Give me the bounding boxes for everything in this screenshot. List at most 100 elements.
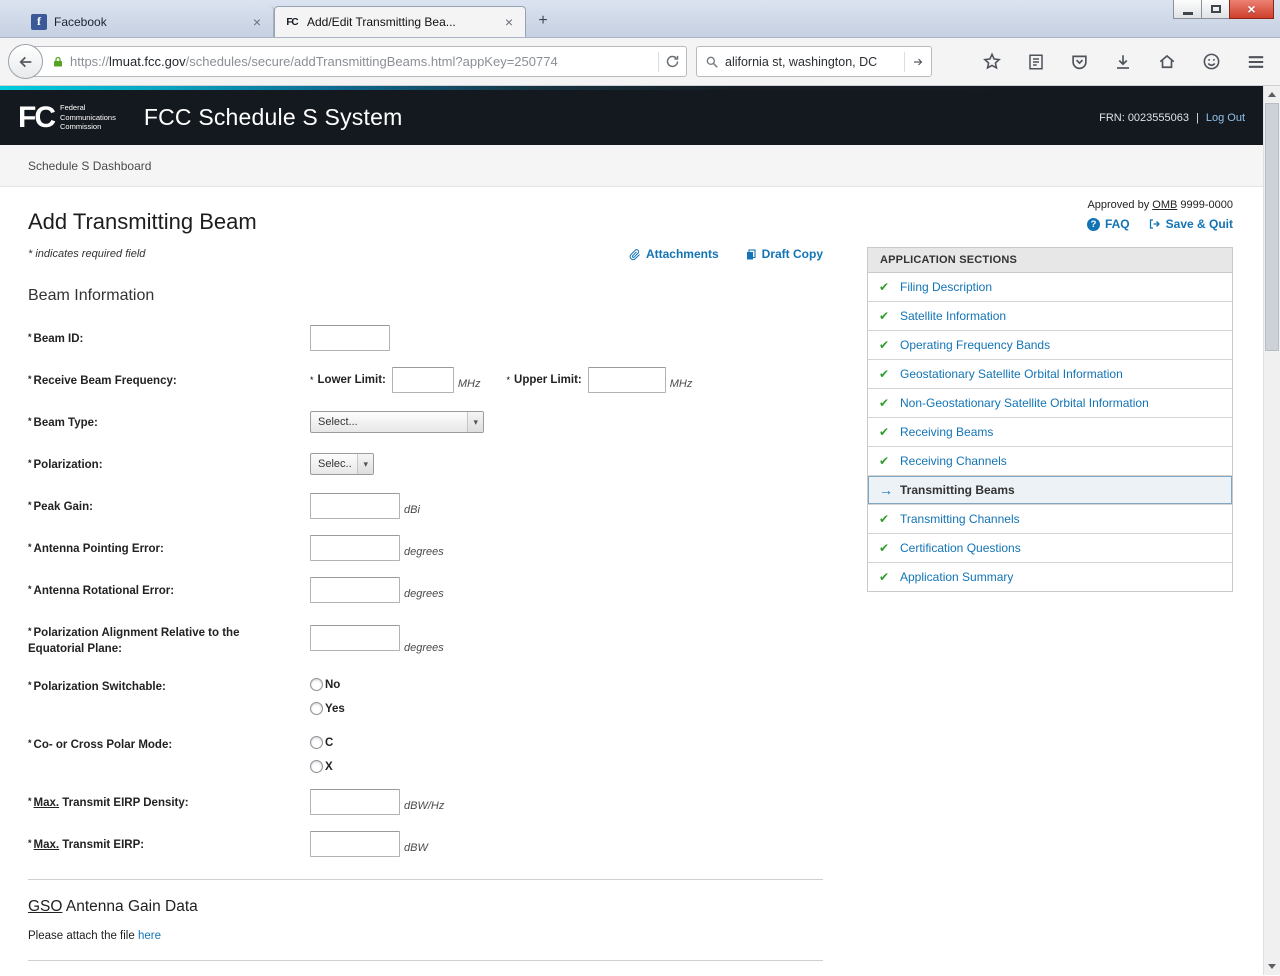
back-button[interactable]: [8, 44, 43, 79]
polarization-select[interactable]: Selec...▾: [310, 453, 374, 475]
sidebar-item-certification-questions[interactable]: ✔Certification Questions: [868, 534, 1232, 563]
sidebar-item-application-summary[interactable]: ✔Application Summary: [868, 563, 1232, 591]
radio-option-c[interactable]: C: [310, 736, 333, 749]
sidebar-item-satellite-information[interactable]: ✔Satellite Information: [868, 302, 1232, 331]
field-label: *Max. Transmit EIRP Density:: [28, 789, 310, 815]
vertical-scrollbar[interactable]: [1263, 86, 1280, 975]
receive-beam-frequency-upper-limit-input[interactable]: [588, 367, 666, 393]
sidebar-item-geostationary-satellite-orbital-information[interactable]: ✔Geostationary Satellite Orbital Informa…: [868, 360, 1232, 389]
divider: [658, 52, 659, 72]
tab-close-icon[interactable]: ×: [250, 15, 264, 29]
tab-add-edit-transmitting-bea[interactable]: FCAdd/Edit Transmitting Bea...×: [274, 6, 526, 37]
breadcrumb[interactable]: Schedule S Dashboard: [28, 159, 151, 173]
exit-icon: [1148, 218, 1161, 230]
new-tab-button[interactable]: +: [529, 9, 557, 33]
form-row-polarization: *Polarization:Selec...▾: [28, 451, 823, 477]
url-bar[interactable]: https://lmuat.fcc.gov/schedules/secure/a…: [25, 46, 687, 77]
pocket-icon[interactable]: [1070, 53, 1089, 71]
scroll-down-button[interactable]: [1264, 958, 1280, 975]
required-asterisk: *: [28, 838, 32, 848]
close-button[interactable]: ×: [1229, 0, 1274, 19]
search-input[interactable]: alifornia st, washington, DC: [725, 55, 898, 69]
sidebar-item-label[interactable]: Satellite Information: [900, 309, 1006, 323]
logout-link[interactable]: Log Out: [1206, 112, 1245, 124]
sidebar-item-label[interactable]: Receiving Beams: [900, 425, 993, 439]
maximize-button[interactable]: [1201, 0, 1230, 19]
reload-button[interactable]: [665, 54, 680, 69]
hello-smiley-icon[interactable]: [1202, 52, 1221, 71]
sidebar-item-label[interactable]: Geostationary Satellite Orbital Informat…: [900, 367, 1123, 381]
draft-copy-link[interactable]: Draft Copy: [745, 247, 823, 261]
sidebar-item-label[interactable]: Non-Geostationary Satellite Orbital Info…: [900, 396, 1149, 410]
unit-suffix: degrees: [404, 588, 444, 600]
max-transmit-eirp-input[interactable]: [310, 831, 400, 857]
sidebar-item-label[interactable]: Operating Frequency Bands: [900, 338, 1050, 352]
sidebar-item-label[interactable]: Receiving Channels: [900, 454, 1007, 468]
field-control: Selec...▾: [310, 451, 374, 477]
sidebar-item-label[interactable]: Transmitting Channels: [900, 512, 1020, 526]
attachments-link[interactable]: Attachments: [629, 247, 719, 261]
receive-beam-frequency-lower-limit-input[interactable]: [392, 367, 454, 393]
tab-close-icon[interactable]: ×: [502, 15, 516, 29]
field-label-text: Polarization Alignment Relative to the E…: [28, 627, 239, 655]
scrollbar-thumb[interactable]: [1265, 103, 1279, 351]
search-go-button[interactable]: [911, 56, 925, 68]
field-control: dBW: [310, 831, 428, 857]
sidebar-item-transmitting-beams[interactable]: →Transmitting Beams: [868, 476, 1232, 505]
radio-button[interactable]: [310, 736, 323, 749]
tab-facebook[interactable]: fFacebook×: [22, 6, 274, 37]
radio-button[interactable]: [310, 760, 323, 773]
field-label: *Polarization:: [28, 451, 310, 477]
sidebar-item-label[interactable]: Filing Description: [900, 280, 992, 294]
unit-suffix: degrees: [404, 546, 444, 558]
polarization-alignment-relative-to-the-equatorial-plane-input[interactable]: [310, 625, 400, 651]
sidebar-item-filing-description[interactable]: ✔Filing Description: [868, 273, 1232, 302]
beam-id-input[interactable]: [310, 325, 390, 351]
minimize-button[interactable]: [1173, 0, 1202, 19]
sidebar-item-receiving-beams[interactable]: ✔Receiving Beams: [868, 418, 1232, 447]
close-icon: ×: [1247, 2, 1255, 16]
antenna-pointing-error-input[interactable]: [310, 535, 400, 561]
radio-button[interactable]: [310, 702, 323, 715]
search-bar[interactable]: alifornia st, washington, DC: [696, 46, 932, 77]
sidebar-item-transmitting-channels[interactable]: ✔Transmitting Channels: [868, 505, 1232, 534]
required-asterisk: *: [28, 500, 32, 510]
field-label: *Antenna Rotational Error:: [28, 577, 310, 603]
sidebar-item-label[interactable]: Certification Questions: [900, 541, 1021, 555]
caption-line: Federal: [60, 103, 116, 112]
downloads-icon[interactable]: [1114, 53, 1132, 71]
radio-label: C: [325, 737, 333, 749]
scroll-up-button[interactable]: [1264, 86, 1280, 103]
form-row-receive-beam-frequency: *Receive Beam Frequency:*Lower Limit:MHz…: [28, 367, 823, 393]
max-transmit-eirp-density-input[interactable]: [310, 789, 400, 815]
radio-option-no[interactable]: No: [310, 678, 345, 691]
peak-gain-input[interactable]: [310, 493, 400, 519]
field-label: *Beam Type:: [28, 409, 310, 435]
menu-hamburger-icon[interactable]: [1246, 54, 1266, 70]
bookmark-star-icon[interactable]: [982, 52, 1002, 71]
field-control: degrees: [310, 535, 444, 561]
radio-option-yes[interactable]: Yes: [310, 702, 345, 715]
tab-title: Add/Edit Transmitting Bea...: [307, 15, 495, 29]
attach-here-link[interactable]: here: [138, 930, 161, 942]
sidebar-item-receiving-channels[interactable]: ✔Receiving Channels: [868, 447, 1232, 476]
antenna-rotational-error-input[interactable]: [310, 577, 400, 603]
approval-block: Approved by OMB 9999-0000 FAQ Save & Qui…: [1087, 199, 1233, 231]
required-asterisk: *: [507, 375, 511, 385]
radio-button[interactable]: [310, 678, 323, 691]
required-asterisk: *: [28, 458, 32, 468]
beam-type-select[interactable]: Select...▾: [310, 411, 484, 433]
sidebar-item-label[interactable]: Application Summary: [900, 570, 1013, 584]
sidebar-item-operating-frequency-bands[interactable]: ✔Operating Frequency Bands: [868, 331, 1232, 360]
radio-label: X: [325, 761, 333, 773]
field-control: Select...▾: [310, 409, 484, 435]
save-quit-link[interactable]: Save & Quit: [1148, 217, 1233, 231]
field-label-text: Beam Type:: [34, 417, 98, 429]
search-icon: [705, 55, 719, 69]
browser-navbar: https://lmuat.fcc.gov/schedules/secure/a…: [0, 38, 1280, 86]
home-icon[interactable]: [1157, 53, 1177, 71]
radio-option-x[interactable]: X: [310, 760, 333, 773]
reading-list-icon[interactable]: [1027, 53, 1045, 71]
sidebar-item-non-geostationary-satellite-orbital-information[interactable]: ✔Non-Geostationary Satellite Orbital Inf…: [868, 389, 1232, 418]
faq-link[interactable]: FAQ: [1087, 217, 1130, 231]
